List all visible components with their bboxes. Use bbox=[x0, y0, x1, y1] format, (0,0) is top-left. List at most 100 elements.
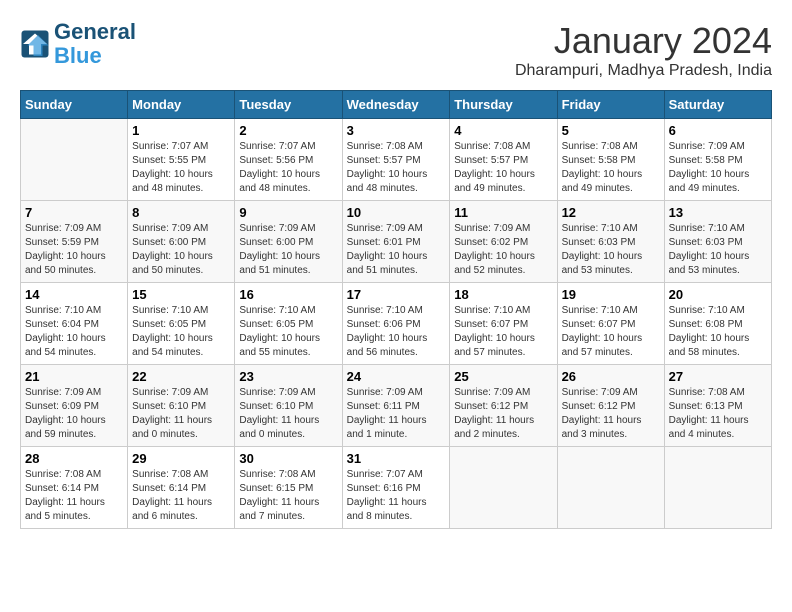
calendar-cell: 18Sunrise: 7:10 AMSunset: 6:07 PMDayligh… bbox=[450, 283, 557, 365]
day-number: 3 bbox=[347, 123, 446, 138]
day-number: 18 bbox=[454, 287, 552, 302]
day-info: Sunrise: 7:09 AMSunset: 6:10 PMDaylight:… bbox=[239, 386, 337, 442]
calendar-cell: 29 Sunrise: 7:08 AMSunset: 6:14 PMDayligh… bbox=[128, 447, 235, 529]
calendar-cell: 7Sunrise: 7:09 AMSunset: 5:59 PMDaylight… bbox=[21, 201, 128, 283]
day-info: Sunrise: 7:08 AMSunset: 5:57 PMDaylight:… bbox=[347, 140, 446, 196]
weekday-header: Wednesday bbox=[342, 91, 450, 119]
day-number: 8 bbox=[132, 205, 230, 220]
weekday-header: Saturday bbox=[664, 91, 771, 119]
day-info: Sunrise: 7:08 AMSunset: 5:57 PMDaylight:… bbox=[454, 140, 552, 196]
calendar-cell: 4 Sunrise: 7:08 AMSunset: 5:57 PMDaylight… bbox=[450, 119, 557, 201]
day-number: 30 bbox=[239, 451, 337, 466]
calendar-cell: 10 Sunrise: 7:09 AMSunset: 6:01 PMDayligh… bbox=[342, 201, 450, 283]
day-number: 26 bbox=[562, 369, 660, 384]
day-number: 27 bbox=[669, 369, 767, 384]
calendar-cell: 17 Sunrise: 7:10 AMSunset: 6:06 PMDayligh… bbox=[342, 283, 450, 365]
day-number: 9 bbox=[239, 205, 337, 220]
day-number: 28 bbox=[25, 451, 123, 466]
day-info: Sunrise: 7:10 AMSunset: 6:08 PMDaylight:… bbox=[669, 304, 767, 360]
calendar-header-row: SundayMondayTuesdayWednesdayThursdayFrid… bbox=[21, 91, 772, 119]
day-info: Sunrise: 7:09 AMSunset: 6:12 PMDaylight:… bbox=[454, 386, 552, 442]
calendar-cell: 15 Sunrise: 7:10 AMSunset: 6:05 PMDayligh… bbox=[128, 283, 235, 365]
calendar-table: SundayMondayTuesdayWednesdayThursdayFrid… bbox=[20, 90, 772, 529]
day-number: 19 bbox=[562, 287, 660, 302]
day-info: Sunrise: 7:10 AMSunset: 6:06 PMDaylight:… bbox=[347, 304, 446, 360]
day-number: 31 bbox=[347, 451, 446, 466]
day-number: 12 bbox=[562, 205, 660, 220]
day-info: Sunrise: 7:09 AMSunset: 6:00 PMDaylight:… bbox=[132, 222, 230, 278]
calendar-cell: 5Sunrise: 7:08 AMSunset: 5:58 PMDaylight… bbox=[557, 119, 664, 201]
day-number: 29 bbox=[132, 451, 230, 466]
day-number: 6 bbox=[669, 123, 767, 138]
calendar-cell: 3 Sunrise: 7:08 AMSunset: 5:57 PMDaylight… bbox=[342, 119, 450, 201]
day-info: Sunrise: 7:09 AMSunset: 6:02 PMDaylight:… bbox=[454, 222, 552, 278]
calendar-week-row: 1 Sunrise: 7:07 AMSunset: 5:55 PMDaylight… bbox=[21, 119, 772, 201]
logo-text: GeneralBlue bbox=[54, 20, 136, 68]
logo-icon bbox=[20, 29, 50, 59]
day-info: Sunrise: 7:08 AMSunset: 6:13 PMDaylight:… bbox=[669, 386, 767, 442]
calendar-cell: 21 Sunrise: 7:09 AMSunset: 6:09 PMDayligh… bbox=[21, 365, 128, 447]
day-info: Sunrise: 7:09 AMSunset: 6:12 PMDaylight:… bbox=[562, 386, 660, 442]
weekday-header: Monday bbox=[128, 91, 235, 119]
calendar-cell: 24Sunrise: 7:09 AMSunset: 6:11 PMDayligh… bbox=[342, 365, 450, 447]
day-number: 2 bbox=[239, 123, 337, 138]
day-info: Sunrise: 7:10 AMSunset: 6:05 PMDaylight:… bbox=[239, 304, 337, 360]
calendar-cell: 23 Sunrise: 7:09 AMSunset: 6:10 PMDayligh… bbox=[235, 365, 342, 447]
day-info: Sunrise: 7:10 AMSunset: 6:04 PMDaylight:… bbox=[25, 304, 123, 360]
day-info: Sunrise: 7:09 AMSunset: 6:10 PMDaylight:… bbox=[132, 386, 230, 442]
calendar-cell: 11Sunrise: 7:09 AMSunset: 6:02 PMDayligh… bbox=[450, 201, 557, 283]
calendar-cell: 22 Sunrise: 7:09 AMSunset: 6:10 PMDayligh… bbox=[128, 365, 235, 447]
calendar-week-row: 7Sunrise: 7:09 AMSunset: 5:59 PMDaylight… bbox=[21, 201, 772, 283]
day-info: Sunrise: 7:07 AMSunset: 5:56 PMDaylight:… bbox=[239, 140, 337, 196]
weekday-header: Thursday bbox=[450, 91, 557, 119]
calendar-cell: 1 Sunrise: 7:07 AMSunset: 5:55 PMDaylight… bbox=[128, 119, 235, 201]
day-info: Sunrise: 7:08 AMSunset: 5:58 PMDaylight:… bbox=[562, 140, 660, 196]
calendar-cell bbox=[557, 447, 664, 529]
day-number: 10 bbox=[347, 205, 446, 220]
calendar-cell: 31 Sunrise: 7:07 AMSunset: 6:16 PMDayligh… bbox=[342, 447, 450, 529]
calendar-cell: 8 Sunrise: 7:09 AMSunset: 6:00 PMDaylight… bbox=[128, 201, 235, 283]
day-info: Sunrise: 7:07 AMSunset: 6:16 PMDaylight:… bbox=[347, 468, 446, 524]
day-info: Sunrise: 7:09 AMSunset: 6:01 PMDaylight:… bbox=[347, 222, 446, 278]
calendar-cell: 25Sunrise: 7:09 AMSunset: 6:12 PMDayligh… bbox=[450, 365, 557, 447]
day-number: 16 bbox=[239, 287, 337, 302]
day-info: Sunrise: 7:08 AMSunset: 6:14 PMDaylight:… bbox=[132, 468, 230, 524]
day-info: Sunrise: 7:08 AMSunset: 6:14 PMDaylight:… bbox=[25, 468, 123, 524]
day-number: 21 bbox=[25, 369, 123, 384]
weekday-header: Sunday bbox=[21, 91, 128, 119]
location-title: Dharampuri, Madhya Pradesh, India bbox=[515, 62, 772, 80]
calendar-cell: 27 Sunrise: 7:08 AMSunset: 6:13 PMDayligh… bbox=[664, 365, 771, 447]
weekday-header: Friday bbox=[557, 91, 664, 119]
day-info: Sunrise: 7:08 AMSunset: 6:15 PMDaylight:… bbox=[239, 468, 337, 524]
day-number: 22 bbox=[132, 369, 230, 384]
day-number: 1 bbox=[132, 123, 230, 138]
day-number: 24 bbox=[347, 369, 446, 384]
day-number: 14 bbox=[25, 287, 123, 302]
calendar-cell: 28 Sunrise: 7:08 AMSunset: 6:14 PMDayligh… bbox=[21, 447, 128, 529]
calendar-cell bbox=[664, 447, 771, 529]
page-header: GeneralBlue January 2024 Dharampuri, Mad… bbox=[20, 20, 772, 80]
calendar-cell: 12 Sunrise: 7:10 AMSunset: 6:03 PMDayligh… bbox=[557, 201, 664, 283]
day-number: 13 bbox=[669, 205, 767, 220]
day-info: Sunrise: 7:09 AMSunset: 5:58 PMDaylight:… bbox=[669, 140, 767, 196]
calendar-cell: 20 Sunrise: 7:10 AMSunset: 6:08 PMDayligh… bbox=[664, 283, 771, 365]
day-info: Sunrise: 7:10 AMSunset: 6:03 PMDaylight:… bbox=[562, 222, 660, 278]
calendar-cell: 30 Sunrise: 7:08 AMSunset: 6:15 PMDayligh… bbox=[235, 447, 342, 529]
calendar-cell: 19Sunrise: 7:10 AMSunset: 6:07 PMDayligh… bbox=[557, 283, 664, 365]
day-info: Sunrise: 7:07 AMSunset: 5:55 PMDaylight:… bbox=[132, 140, 230, 196]
calendar-week-row: 21 Sunrise: 7:09 AMSunset: 6:09 PMDayligh… bbox=[21, 365, 772, 447]
calendar-week-row: 28 Sunrise: 7:08 AMSunset: 6:14 PMDayligh… bbox=[21, 447, 772, 529]
calendar-cell: 9Sunrise: 7:09 AMSunset: 6:00 PMDaylight… bbox=[235, 201, 342, 283]
day-number: 23 bbox=[239, 369, 337, 384]
day-number: 17 bbox=[347, 287, 446, 302]
day-info: Sunrise: 7:10 AMSunset: 6:03 PMDaylight:… bbox=[669, 222, 767, 278]
day-number: 20 bbox=[669, 287, 767, 302]
weekday-header: Tuesday bbox=[235, 91, 342, 119]
day-info: Sunrise: 7:10 AMSunset: 6:05 PMDaylight:… bbox=[132, 304, 230, 360]
calendar-week-row: 14 Sunrise: 7:10 AMSunset: 6:04 PMDayligh… bbox=[21, 283, 772, 365]
day-number: 4 bbox=[454, 123, 552, 138]
day-info: Sunrise: 7:09 AMSunset: 6:09 PMDaylight:… bbox=[25, 386, 123, 442]
calendar-cell: 16 Sunrise: 7:10 AMSunset: 6:05 PMDayligh… bbox=[235, 283, 342, 365]
day-number: 15 bbox=[132, 287, 230, 302]
calendar-cell bbox=[450, 447, 557, 529]
